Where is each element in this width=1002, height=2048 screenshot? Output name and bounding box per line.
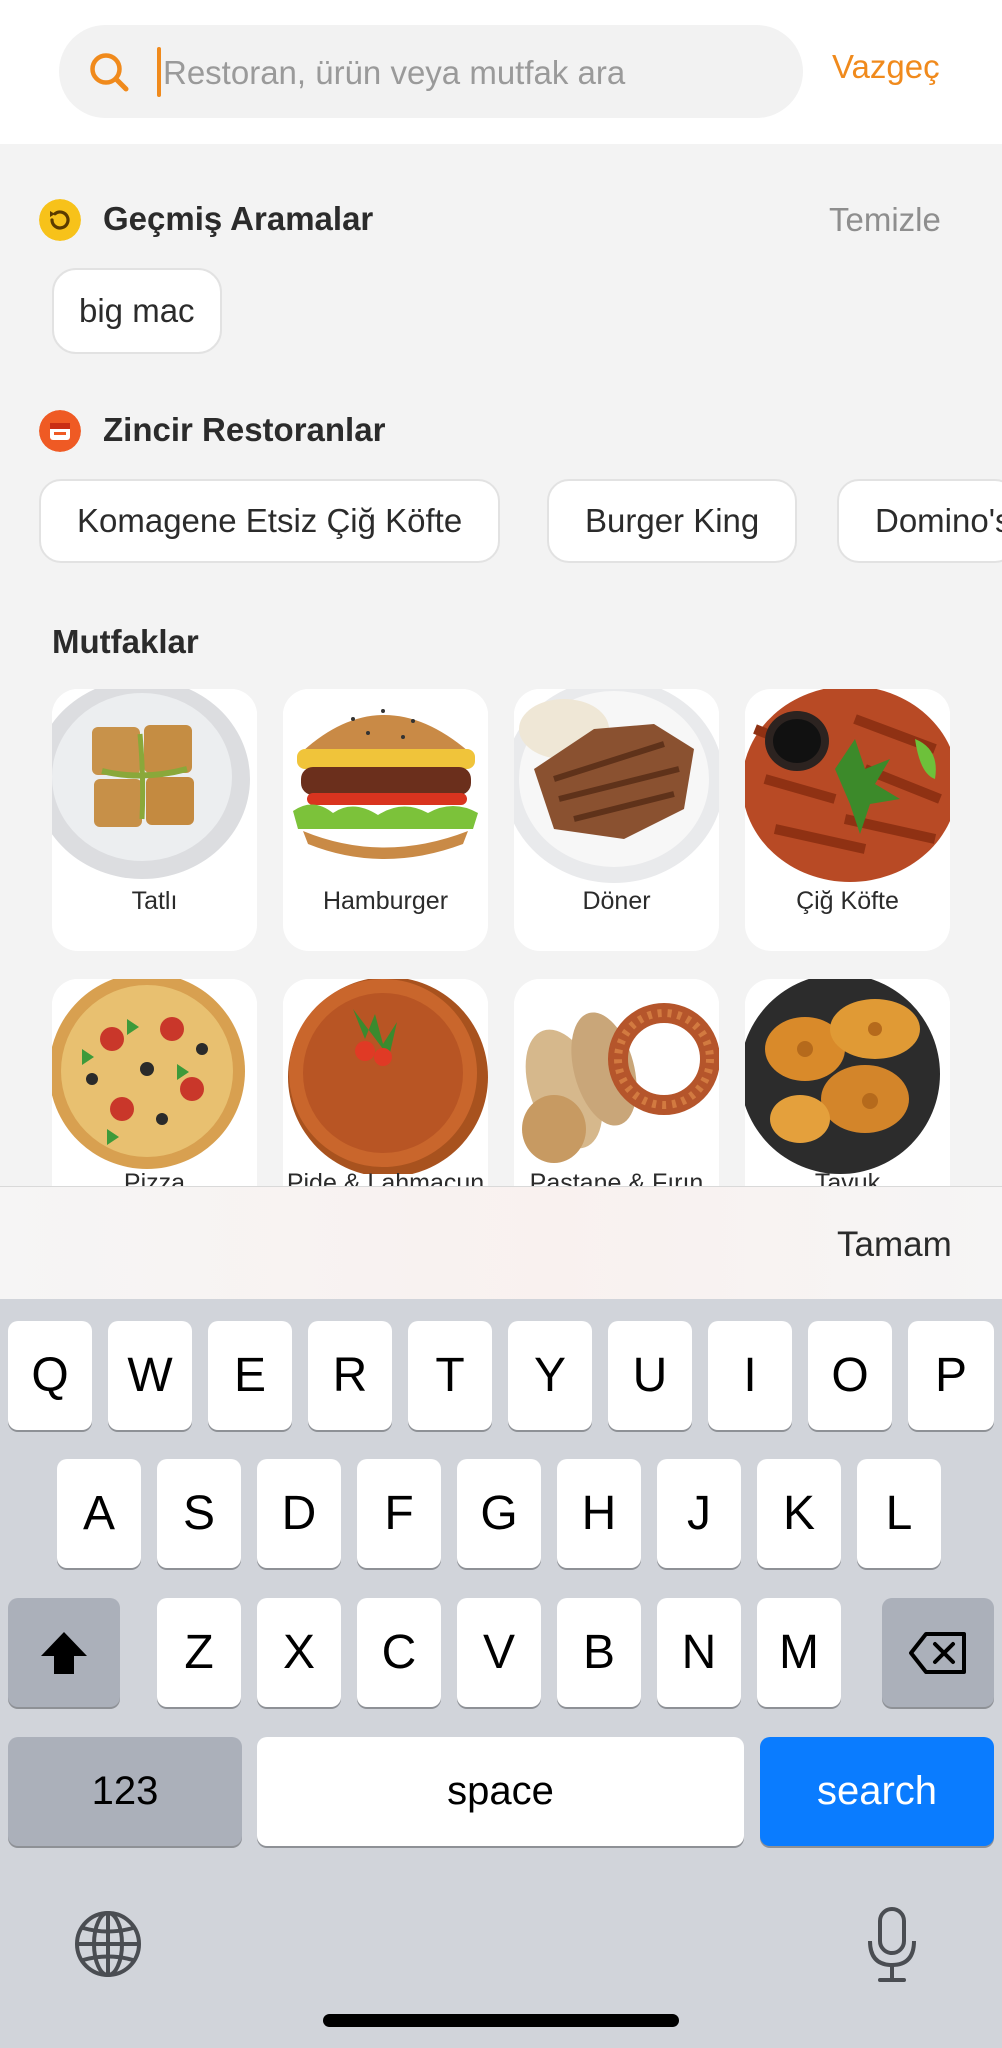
key-z[interactable]: Z	[157, 1598, 241, 1707]
backspace-key[interactable]	[882, 1598, 994, 1707]
key-h[interactable]: H	[557, 1459, 641, 1568]
recent-search-chip[interactable]: big mac	[52, 268, 222, 354]
recent-searches-title: Geçmiş Aramalar	[103, 200, 374, 237]
key-c[interactable]: C	[357, 1598, 441, 1707]
cuisine-label: Hamburger	[322, 887, 449, 915]
key-i[interactable]: I	[708, 1321, 792, 1430]
chain-restaurant-chip[interactable]: Komagene Etsiz Çiğ Köfte	[39, 479, 501, 563]
search-key[interactable]: search	[760, 1737, 994, 1846]
history-icon	[39, 199, 81, 241]
key-r[interactable]: R	[308, 1321, 392, 1430]
key-s[interactable]: S	[157, 1459, 241, 1568]
done-button[interactable]: Tamam	[837, 1225, 952, 1265]
key-n[interactable]: N	[657, 1598, 741, 1707]
lahmacun-image	[283, 979, 488, 1174]
key-p[interactable]: P	[908, 1321, 994, 1430]
clear-history-button[interactable]: Temizle	[829, 201, 941, 239]
key-o[interactable]: O	[808, 1321, 892, 1430]
hamburger-image	[283, 689, 488, 884]
cuisine-card-doner[interactable]: Döner	[514, 689, 719, 951]
globe-icon[interactable]	[73, 1909, 143, 1979]
key-j[interactable]: J	[657, 1459, 741, 1568]
key-x[interactable]: X	[257, 1598, 341, 1707]
key-v[interactable]: V	[457, 1598, 541, 1707]
key-q[interactable]: Q	[8, 1321, 92, 1430]
chain-restaurants-title: Zincir Restoranlar	[103, 411, 386, 448]
keyboard: Q W E R T Y U I O P A S D F G H J K L Z …	[0, 1299, 1002, 2048]
space-key[interactable]: space	[257, 1737, 744, 1846]
keyboard-accessory-bar: Tamam	[0, 1186, 1002, 1300]
key-y[interactable]: Y	[508, 1321, 592, 1430]
pizza-image	[52, 979, 257, 1174]
key-u[interactable]: U	[608, 1321, 692, 1430]
search-input[interactable]	[161, 25, 765, 120]
key-b[interactable]: B	[557, 1598, 641, 1707]
shift-key[interactable]	[8, 1598, 120, 1707]
key-m[interactable]: M	[757, 1598, 841, 1707]
bakery-image	[514, 979, 719, 1174]
numbers-key[interactable]: 123	[8, 1737, 242, 1846]
key-t[interactable]: T	[408, 1321, 492, 1430]
cuisine-card-cig-kofte[interactable]: Çiğ Köfte	[745, 689, 950, 951]
cuisine-label: Çiğ Köfte	[796, 887, 899, 915]
key-g[interactable]: G	[457, 1459, 541, 1568]
home-indicator	[323, 2014, 679, 2027]
backspace-icon	[909, 1632, 966, 1674]
key-k[interactable]: K	[757, 1459, 841, 1568]
key-l[interactable]: L	[857, 1459, 941, 1568]
cuisines-title: Mutfaklar	[52, 623, 199, 660]
cig-kofte-image	[745, 689, 950, 884]
cuisine-label: Tatlı	[131, 887, 178, 915]
fried-chicken-image	[745, 979, 950, 1174]
microphone-icon[interactable]	[865, 1905, 919, 1985]
key-w[interactable]: W	[108, 1321, 192, 1430]
key-f[interactable]: F	[357, 1459, 441, 1568]
key-e[interactable]: E	[208, 1321, 292, 1430]
store-icon	[39, 410, 81, 452]
cuisine-card-hamburger[interactable]: Hamburger	[283, 689, 488, 951]
search-box[interactable]	[59, 25, 803, 120]
chain-restaurant-chip[interactable]: Domino's	[837, 479, 1002, 563]
key-d[interactable]: D	[257, 1459, 341, 1568]
cancel-button[interactable]: Vazgeç	[832, 48, 940, 86]
chain-restaurant-chip[interactable]: Burger King	[547, 479, 798, 563]
cuisine-card-tatli[interactable]: Tatlı	[52, 689, 257, 951]
search-icon	[90, 53, 129, 92]
cuisine-label: Döner	[582, 887, 651, 915]
key-a[interactable]: A	[57, 1459, 141, 1568]
shift-icon	[41, 1632, 87, 1674]
baklava-image	[52, 689, 257, 884]
doner-image	[514, 689, 719, 884]
search-header: Vazgeç	[0, 0, 1002, 144]
